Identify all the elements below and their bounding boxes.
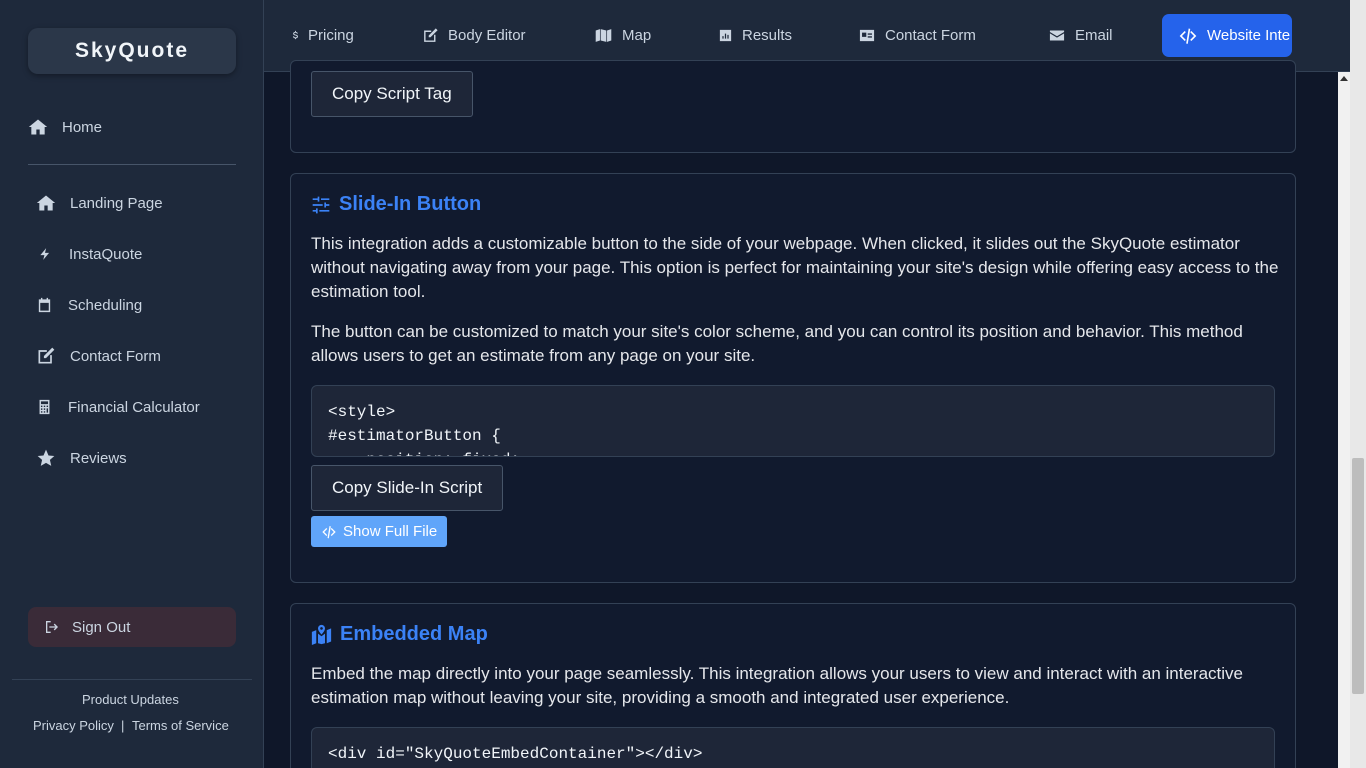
inner-scrollbar-track[interactable]	[1338, 84, 1350, 768]
sidebar-item-reviews[interactable]: Reviews	[28, 443, 127, 473]
footer-divider	[12, 679, 252, 680]
calendar-icon	[38, 297, 51, 313]
brand-logo[interactable]: SkyQuote	[28, 28, 236, 74]
script-tag-card: Copy Script Tag	[290, 60, 1296, 153]
privacy-policy-link[interactable]: Privacy Policy	[33, 718, 114, 733]
code-icon	[322, 525, 336, 538]
embedded-map-card: Embedded Map Embed the map directly into…	[290, 603, 1296, 768]
map-icon	[595, 29, 612, 42]
edit-icon	[38, 347, 55, 364]
tab-label: Email	[1075, 27, 1113, 44]
tab-map[interactable]: Map	[594, 14, 651, 57]
map-location-icon	[311, 624, 332, 645]
terms-of-service-link[interactable]: Terms of Service	[132, 718, 229, 733]
sidebar: SkyQuote Home Landing Page InstaQuote Sc…	[0, 0, 264, 768]
slide-in-title: Slide-In Button	[311, 193, 481, 216]
sidebar-item-label: Home	[62, 118, 103, 136]
scroll-up-arrow[interactable]	[1338, 72, 1350, 84]
sidebar-item-scheduling[interactable]: Scheduling	[28, 290, 142, 320]
embedded-map-title: Embedded Map	[311, 623, 488, 646]
tab-body-editor[interactable]: Body Editor	[422, 14, 526, 57]
sign-out-button[interactable]: Sign Out	[28, 607, 236, 647]
envelope-icon	[1049, 30, 1065, 41]
sidebar-item-instaquote[interactable]: InstaQuote	[28, 239, 142, 269]
slide-in-code-block[interactable]: <style> #estimatorButton { position: fix…	[311, 385, 1275, 457]
slide-in-description: This integration adds a customizable but…	[311, 234, 1279, 301]
tab-label: Contact Form	[885, 27, 976, 44]
tab-label: Pricing	[308, 27, 354, 44]
dollar-icon	[292, 30, 298, 40]
code-icon	[1179, 28, 1197, 44]
home-icon	[36, 195, 56, 211]
slide-in-customization-note: The button can be customized to match yo…	[311, 322, 1243, 365]
sidebar-item-label: Financial Calculator	[68, 398, 200, 416]
tab-pricing[interactable]: Pricing	[290, 14, 354, 57]
bolt-icon	[40, 248, 50, 260]
footer-separator: |	[121, 718, 125, 733]
home-icon	[28, 119, 48, 135]
sliders-icon	[312, 196, 330, 213]
calculator-icon	[39, 399, 50, 415]
embedded-map-title-text: Embedded Map	[340, 623, 488, 645]
tab-label: Website Inte	[1207, 27, 1291, 44]
embedded-map-description: Embed the map directly into your page se…	[311, 664, 1243, 707]
sidebar-item-label: Reviews	[70, 449, 127, 467]
sidebar-item-label: Landing Page	[70, 194, 163, 212]
edit-icon	[424, 28, 438, 42]
sign-out-label: Sign Out	[72, 618, 131, 636]
sidebar-item-contact-form[interactable]: Contact Form	[28, 341, 161, 371]
tab-label: Map	[622, 27, 652, 44]
sidebar-item-home[interactable]: Home	[28, 112, 102, 142]
slide-in-title-text: Slide-In Button	[339, 193, 482, 215]
slide-in-button-card: Slide-In Button This integration adds a …	[290, 173, 1296, 583]
brand-name: SkyQuote	[74, 39, 190, 62]
sidebar-item-label: Contact Form	[70, 347, 161, 365]
chart-icon	[719, 29, 732, 42]
sidebar-item-landing-page[interactable]: Landing Page	[28, 188, 163, 218]
sidebar-item-label: Scheduling	[68, 296, 143, 314]
show-full-file-label: Show Full File	[343, 523, 438, 540]
sidebar-divider	[28, 164, 236, 165]
sidebar-item-financial-calculator[interactable]: Financial Calculator	[28, 392, 200, 422]
product-updates-link[interactable]: Product Updates	[82, 692, 179, 707]
show-full-file-button[interactable]: Show Full File	[311, 516, 448, 547]
tab-label: Results	[742, 27, 793, 44]
copy-slide-in-script-button[interactable]: Copy Slide-In Script	[311, 465, 504, 511]
embedded-map-code-block[interactable]: <div id="SkyQuoteEmbedContainer"></div>	[311, 727, 1275, 768]
sign-out-icon	[46, 621, 58, 633]
tab-results[interactable]: Results	[718, 14, 792, 57]
copy-script-tag-button[interactable]: Copy Script Tag	[311, 71, 473, 117]
tab-email[interactable]: Email	[1048, 14, 1113, 57]
tab-label: Body Editor	[448, 27, 526, 44]
star-icon	[37, 449, 55, 466]
id-card-icon	[859, 29, 875, 42]
scrollbar-thumb[interactable]	[1352, 458, 1364, 694]
tab-contact-form[interactable]: Contact Form	[858, 14, 976, 57]
tab-website-integration[interactable]: Website Inte	[1162, 14, 1292, 57]
sidebar-item-label: InstaQuote	[69, 245, 143, 263]
